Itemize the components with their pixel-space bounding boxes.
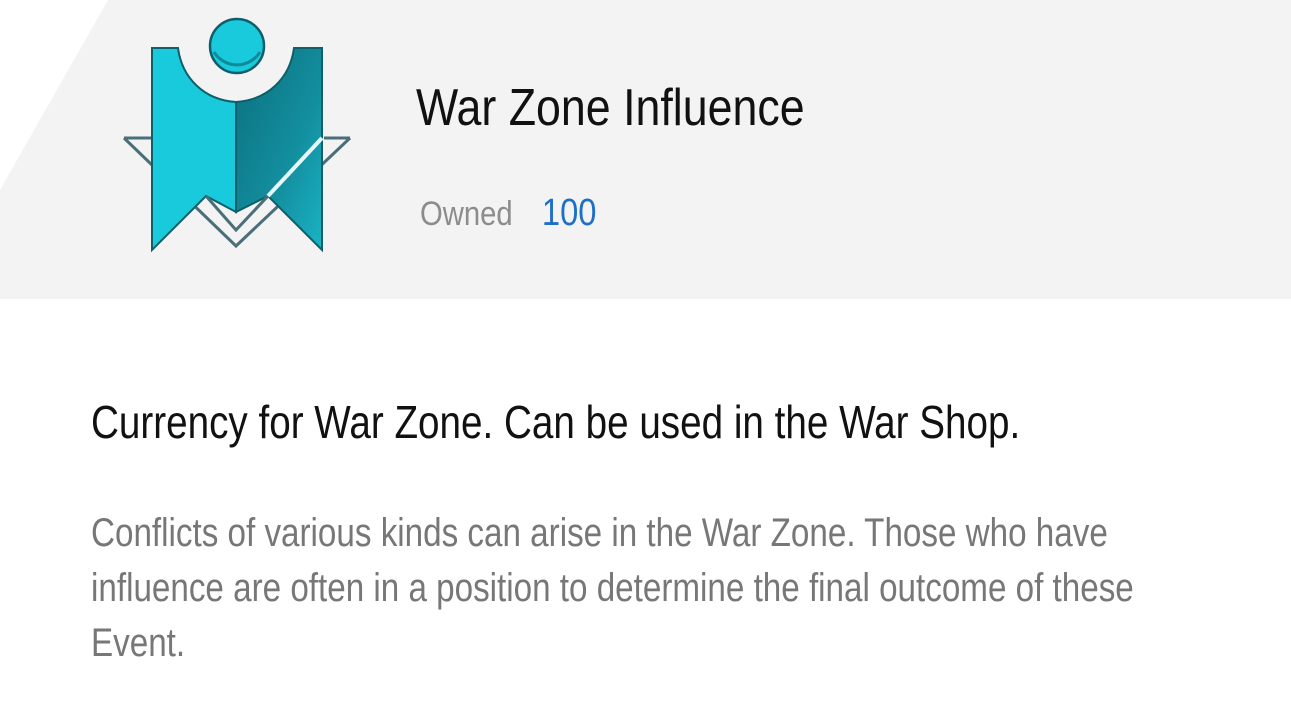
item-title: War Zone Influence: [416, 79, 805, 137]
item-description: Conflicts of various kinds can arise in …: [91, 511, 1134, 665]
owned-label: Owned: [420, 195, 513, 233]
owned-row: Owned 100: [420, 192, 596, 240]
war-zone-influence-icon: [122, 17, 352, 253]
item-summary: Currency for War Zone. Can be used in th…: [91, 396, 1021, 448]
owned-count: 100: [541, 192, 597, 234]
item-header: War Zone Influence Owned 100: [0, 0, 1291, 299]
item-detail-page: War Zone Influence Owned 100 Currency fo…: [0, 0, 1291, 704]
